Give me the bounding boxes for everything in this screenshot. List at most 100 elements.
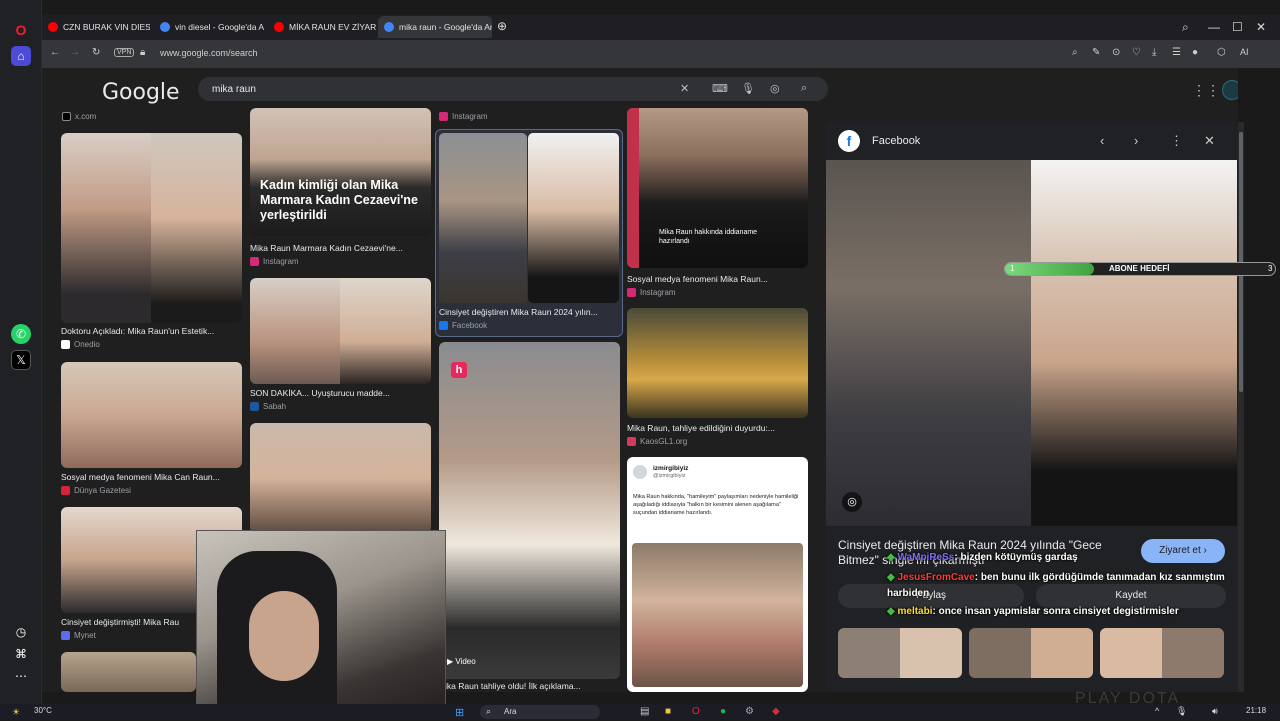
whatsapp-icon[interactable]: ✆ [11,324,31,344]
tab-3-active[interactable]: mika raun - Google'da Ara [378,16,492,38]
result-caption[interactable]: Sosyal medya fenomeni Mika Raun... [627,274,808,284]
scrollbar[interactable] [1238,122,1244,692]
result-source[interactable]: Onedio [61,340,100,349]
x-icon[interactable]: 𝕏 [11,350,31,370]
tab-2[interactable]: MİKA RAUN EV ZİYARETİ [268,16,376,38]
result-source[interactable]: KaosGL1.org [627,437,687,446]
url-text[interactable]: www.google.com/search [160,48,258,58]
dota-icon[interactable]: ◆ [772,706,780,717]
lens-icon[interactable]: ◎ [770,82,780,95]
result-source[interactable]: Mynet [61,631,96,640]
result-image[interactable] [627,308,808,418]
maximize-icon[interactable]: ☐ [1232,20,1243,34]
camera-icon[interactable]: ⊙ [1112,47,1120,58]
new-tab-icon[interactable]: ⊕ [497,19,507,33]
windows-icon[interactable]: ⊞ [455,706,464,719]
kebab-icon[interactable]: ⋮ [1170,133,1183,149]
result-caption[interactable]: Cinsiyet değiştiren Mika Raun 2024 yılın… [439,307,619,317]
tab-title: CZN BURAK VIN DIESEL F [63,22,150,32]
mic-icon[interactable]: 🎙︎ [1176,706,1187,717]
panel-source[interactable]: Facebook [872,135,920,147]
zoom-icon[interactable]: ⌕ [1072,47,1078,58]
selected-result-card[interactable] [435,129,623,337]
tab-0[interactable]: CZN BURAK VIN DIESEL F [42,16,150,38]
google-icon [384,22,394,32]
clear-icon[interactable]: ✕ [680,82,689,95]
volume-icon[interactable]: 🔊︎ [1212,706,1218,717]
back-icon[interactable]: ← [50,47,60,58]
result-caption[interactable]: SON DAKİKA... Uyuşturucu madde... [250,388,431,398]
clock-icon[interactable]: ◷ [11,622,31,642]
heart-icon[interactable]: ♡ [1132,47,1141,58]
search-tabs-icon[interactable]: ⌕ [1182,20,1189,35]
google-logo[interactable]: Google [102,80,180,105]
keyboard-icon[interactable]: ⌨ [712,82,728,95]
profile-icon[interactable]: ● [1192,47,1198,58]
tweet-card[interactable]: izmirgibiyiz @izmirgibiyiz Mika Raun hak… [627,457,808,692]
result-image[interactable] [61,362,242,468]
result-source[interactable]: Instagram [627,288,676,297]
instagram-icon [250,257,259,266]
avatar[interactable] [1222,80,1238,100]
more-icon[interactable]: ⋯ [11,666,31,686]
task-view-icon[interactable]: ▤ [640,706,649,717]
related-image[interactable] [969,628,1093,678]
result-source[interactable]: Dünya Gazetesi [61,486,131,495]
close-window-icon[interactable]: ✕ [1256,20,1266,34]
preview-image-left[interactable] [826,160,1031,526]
steam-icon[interactable]: ⚙ [745,706,754,717]
opera-icon[interactable]: O [11,20,31,40]
result-source[interactable]: Instagram [250,257,299,266]
result-caption[interactable]: Mika Raun, tahliye edildiğini duyurdu:..… [627,423,808,433]
folder-icon[interactable]: ■ [665,706,671,717]
ai-button[interactable]: AI [1240,47,1249,57]
result-source[interactable]: Sabah [250,402,286,411]
tab-1[interactable]: vin diesel - Google'da Ara [154,16,264,38]
result-caption[interactable]: ika Raun tahliye oldu! İlk açıklama... [445,681,620,691]
search-box[interactable]: ✕ ⌨ 🎙︎ ◎ ⌕ [198,77,828,101]
opera-icon[interactable]: O [692,706,700,717]
vpn-badge[interactable]: VPN [114,48,135,57]
download-icon[interactable]: ⤓ [1152,47,1156,58]
save-button[interactable]: Kaydet [1036,584,1226,608]
close-icon[interactable]: ✕ [1204,133,1215,149]
result-source[interactable]: x.com [62,112,96,121]
lens-icon[interactable]: ◎ [842,492,862,512]
related-image[interactable] [838,628,962,678]
result-image[interactable] [250,278,431,384]
tray-chevron-icon[interactable]: ^ [1155,706,1159,716]
forward-icon[interactable]: → [70,47,80,58]
mic-icon[interactable]: 🎙︎ [741,82,755,95]
result-image[interactable] [61,133,242,323]
result-image[interactable] [61,652,196,692]
result-image[interactable]: Mika Raun hakkında iddianame hazırlandı [627,108,808,268]
home-icon[interactable]: ⌂ [11,46,31,66]
next-icon[interactable]: › [1134,133,1138,148]
result-caption[interactable]: Cinsiyet değiştirmişti! Mika Rau [61,617,195,627]
search-icon[interactable]: ⌕ [801,82,807,95]
result-source[interactable]: Facebook [439,321,487,330]
minimize-icon[interactable]: — [1208,20,1220,34]
result-image[interactable]: Kadın kimliği olan Mika Marmara Kadın Ce… [250,108,431,236]
spotify-icon[interactable]: ● [720,706,726,717]
menu-icon[interactable]: ☰ [1172,47,1181,58]
preview-image-right[interactable] [1031,160,1237,526]
result-source[interactable]: Instagram [439,112,488,121]
result-video-thumb[interactable]: h ▶ Video [439,342,620,679]
result-image[interactable] [250,423,431,533]
result-caption[interactable]: Mika Raun Marmara Kadın Cezaevi'ne... [250,243,431,253]
share-button[interactable]: Paylaş [838,584,1024,608]
prev-icon[interactable]: ‹ [1100,133,1104,148]
search-input[interactable] [212,81,652,97]
taskbar-search[interactable]: ⌕ Ara [480,705,600,719]
result-caption[interactable]: Sosyal medya fenomeni Mika Can Raun... [61,472,242,482]
gift-icon[interactable]: ⌘ [11,644,31,664]
edit-icon[interactable]: ✎ [1092,47,1100,58]
related-image[interactable] [1100,628,1224,678]
h-channel-icon: h [451,362,467,378]
reload-icon[interactable]: ↻ [92,47,100,58]
lock-icon: 🔒︎ [140,47,146,58]
extension-icon[interactable]: ⬡ [1217,47,1226,58]
visit-button[interactable]: Ziyaret et › [1141,539,1225,563]
result-caption[interactable]: Doktoru Açıkladı: Mika Raun'un Estetik..… [61,326,242,336]
